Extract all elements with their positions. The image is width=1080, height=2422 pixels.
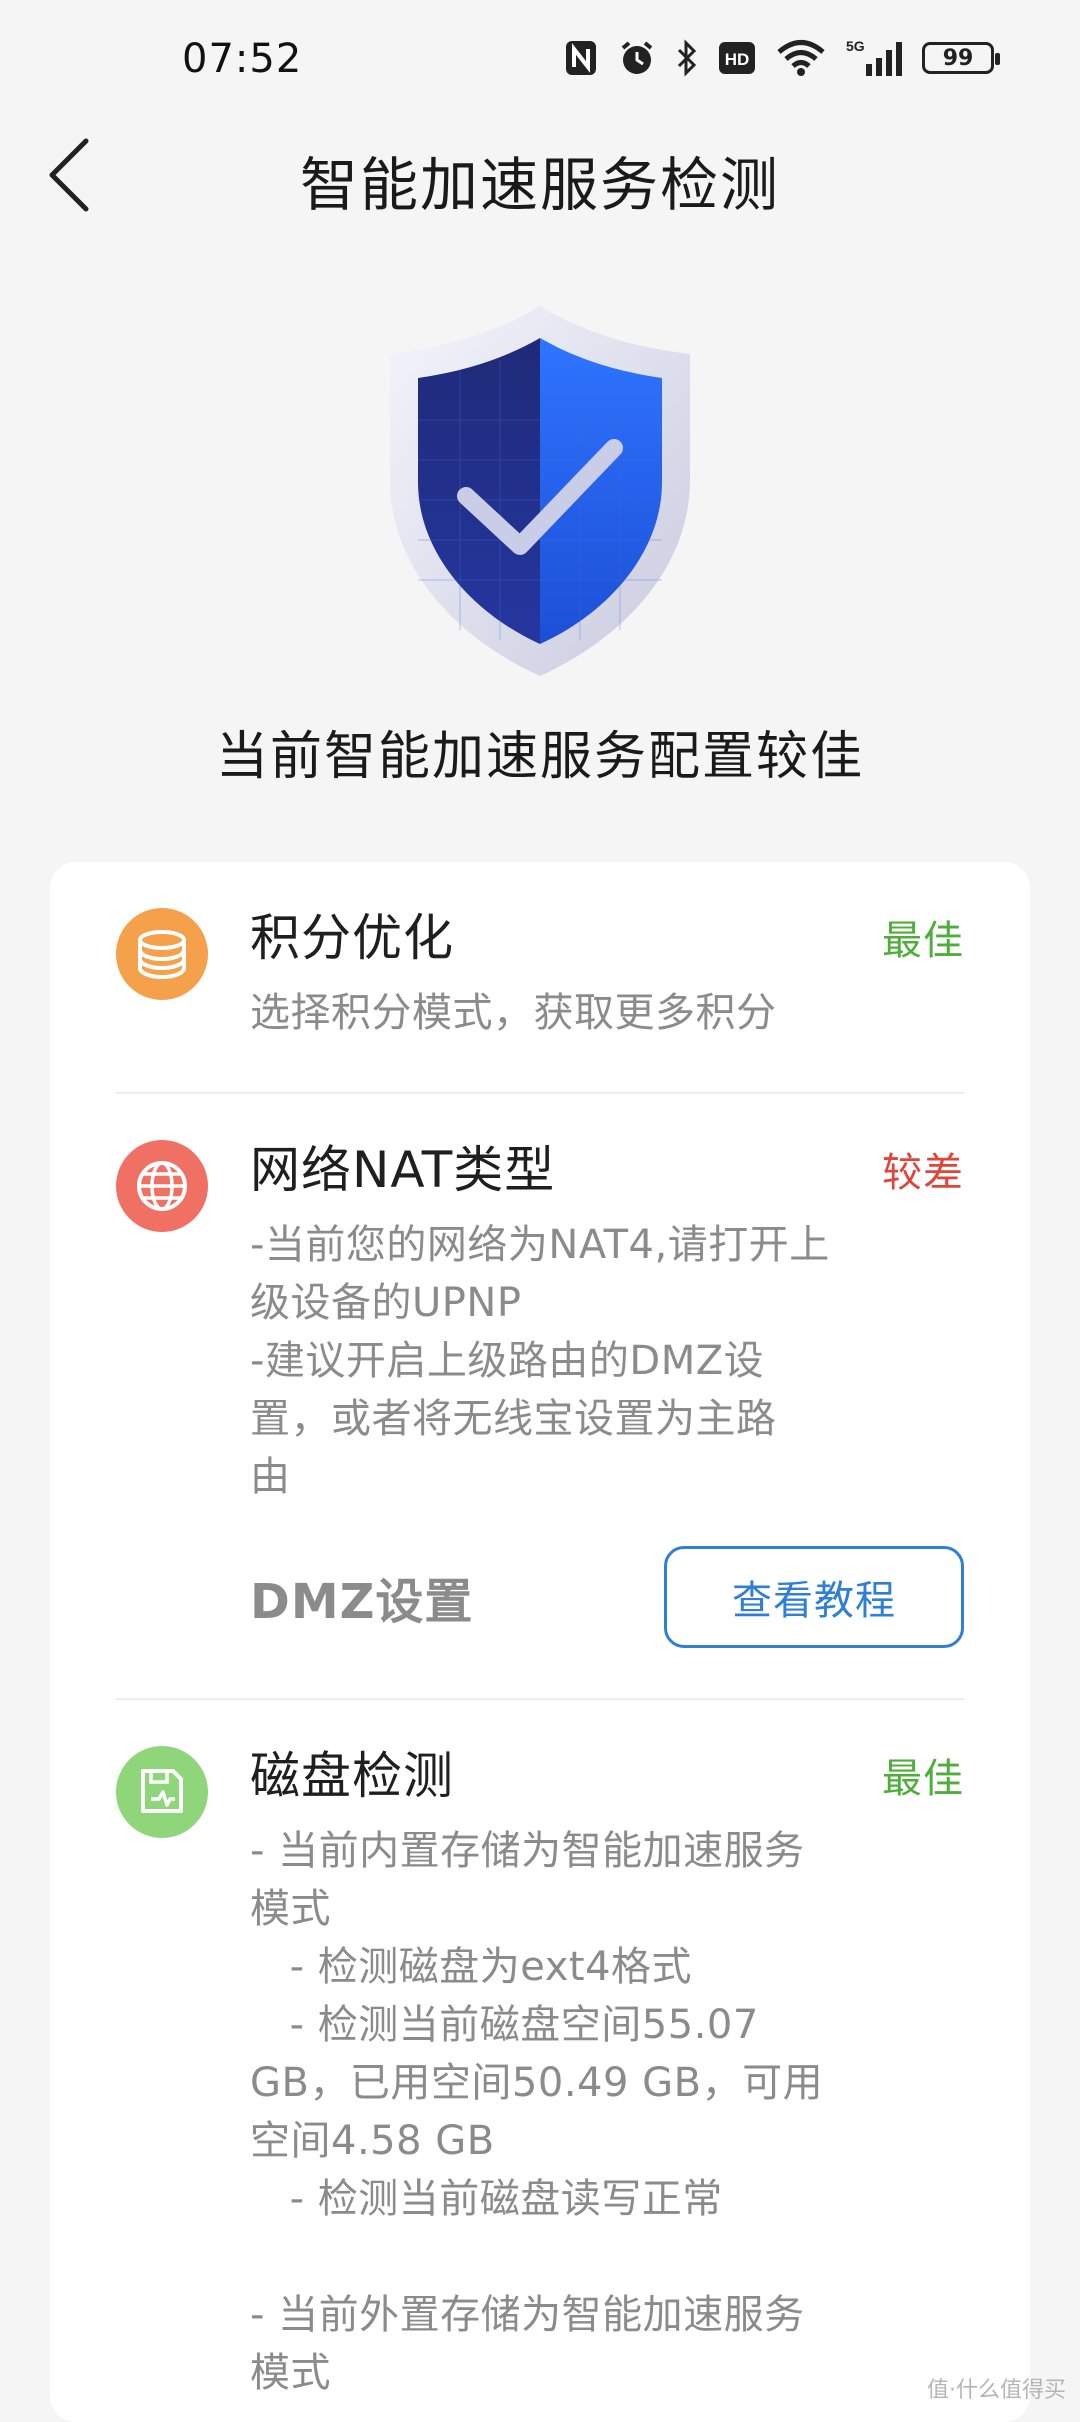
check-results-card: 最佳 积分优化 选择积分模式，获取更多积分 较差 网络NAT类型 -当前您的网络… xyxy=(50,862,1030,2422)
coins-icon xyxy=(116,908,208,1000)
nfc-icon xyxy=(564,38,598,78)
watermark: 值·什么值得买 xyxy=(927,2372,1066,2404)
wifi-icon xyxy=(776,38,826,78)
signal-5g-icon: 5G xyxy=(846,38,902,78)
section-disk-status: 最佳 xyxy=(882,1746,964,1804)
globe-icon xyxy=(116,1140,208,1232)
section-disk: 最佳 磁盘检测 - 当前内置存储为智能加速服务 模式 - 检测磁盘为ext4格式… xyxy=(116,1700,964,2422)
section-points-status: 最佳 xyxy=(882,908,964,966)
disk-check-icon xyxy=(116,1746,208,1838)
section-nat-title: 网络NAT类型 xyxy=(250,1140,864,1200)
shield-check-icon xyxy=(370,300,710,680)
section-nat-status: 较差 xyxy=(882,1140,964,1198)
battery-indicator: 99 xyxy=(922,42,994,74)
header: 智能加速服务检测 xyxy=(0,120,1080,230)
status-time: 07:52 xyxy=(182,36,302,82)
bluetooth-icon xyxy=(676,38,698,78)
section-nat-desc: -当前您的网络为NAT4,请打开上 级设备的UPNP -建议开启上级路由的DMZ… xyxy=(250,1216,864,1506)
svg-text:5G: 5G xyxy=(846,38,865,54)
page-title: 智能加速服务检测 xyxy=(0,138,1080,222)
section-nat: 较差 网络NAT类型 -当前您的网络为NAT4,请打开上 级设备的UPNP -建… xyxy=(116,1094,964,1698)
hd-icon: HD xyxy=(718,38,756,78)
view-tutorial-button[interactable]: 查看教程 xyxy=(664,1546,964,1648)
section-points-desc: 选择积分模式，获取更多积分 xyxy=(250,984,864,1042)
section-disk-title: 磁盘检测 xyxy=(250,1746,864,1806)
section-points[interactable]: 最佳 积分优化 选择积分模式，获取更多积分 xyxy=(116,862,964,1092)
status-icons: HD 5G 99 xyxy=(564,38,994,78)
section-disk-desc: - 当前内置存储为智能加速服务 模式 - 检测磁盘为ext4格式 - 检测当前磁… xyxy=(250,1822,864,2402)
dmz-row: DMZ设置 查看教程 xyxy=(250,1546,864,1648)
hero-status-text: 当前智能加速服务配置较佳 xyxy=(216,714,864,789)
alarm-icon xyxy=(618,38,656,78)
status-bar: 07:52 HD xyxy=(0,0,1080,120)
hero-section: 当前智能加速服务配置较佳 xyxy=(0,300,1080,789)
svg-text:HD: HD xyxy=(725,50,750,69)
section-points-title: 积分优化 xyxy=(250,908,864,968)
dmz-settings-label: DMZ设置 xyxy=(250,1562,473,1632)
